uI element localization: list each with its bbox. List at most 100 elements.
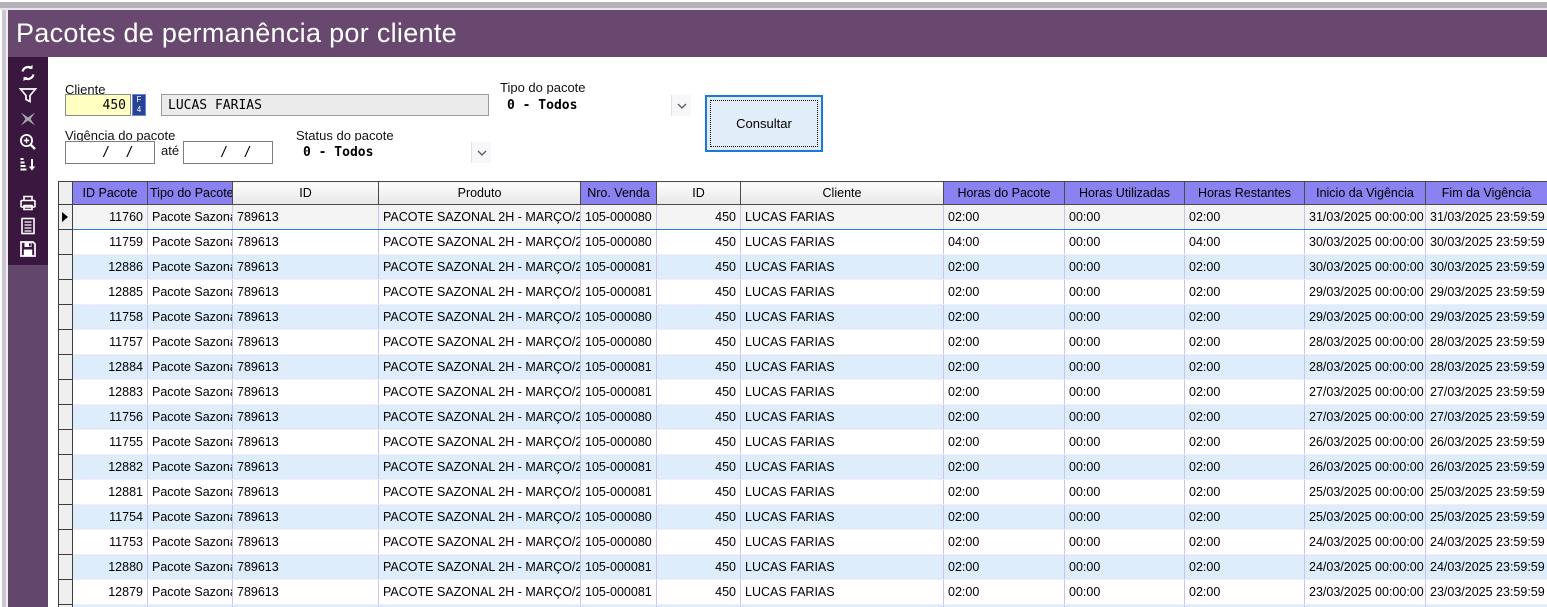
cell-tipo-do-pacote-1[interactable]: Pacote Sazonal	[148, 205, 233, 230]
cell-id-5[interactable]: 450	[657, 330, 741, 355]
cell-horas-restantes-9[interactable]: 02:00	[1185, 555, 1305, 580]
cell-fim-da-vigencia-11[interactable]: 30/03/2025 23:59:59	[1426, 230, 1547, 255]
column-header-horas-utilizadas-8[interactable]: Horas Utilizadas	[1065, 182, 1185, 205]
cell-horas-restantes-9[interactable]: 04:00	[1185, 230, 1305, 255]
cell-horas-utilizadas-8[interactable]: 00:00	[1065, 330, 1185, 355]
cell-produto-3[interactable]: PACOTE SAZONAL 2H - MARÇO/2025	[379, 380, 581, 405]
cell-tipo-do-pacote-1[interactable]: Pacote Sazonal	[148, 305, 233, 330]
cell-id-5[interactable]: 450	[657, 405, 741, 430]
cell-inicio-da-vigencia-10[interactable]: 29/03/2025 00:00:00	[1305, 280, 1426, 305]
cell-horas-do-pacote-7[interactable]: 02:00	[944, 280, 1065, 305]
cell-produto-3[interactable]: PACOTE SAZONAL 2H - MARÇO/2025	[379, 580, 581, 605]
cell-inicio-da-vigencia-10[interactable]: 25/03/2025 00:00:00	[1305, 480, 1426, 505]
cell-horas-do-pacote-7[interactable]: 02:00	[944, 205, 1065, 230]
cell-produto-3[interactable]: PACOTE SAZONAL 2H - MARÇO/2025	[379, 305, 581, 330]
cell-cliente-6[interactable]: LUCAS FARIAS	[741, 455, 944, 480]
cell-cliente-6[interactable]: LUCAS FARIAS	[741, 480, 944, 505]
vigencia-to-input[interactable]: / /	[183, 141, 273, 164]
cell-fim-da-vigencia-11[interactable]: 30/03/2025 23:59:59	[1426, 255, 1547, 280]
cell-produto-3[interactable]: PACOTE SAZONAL 2H - MARÇO/2025	[379, 505, 581, 530]
cell-inicio-da-vigencia-10[interactable]: 28/03/2025 00:00:00	[1305, 330, 1426, 355]
cell-id-5[interactable]: 450	[657, 255, 741, 280]
cell-produto-3[interactable]: PACOTE SAZONAL 2H - MARÇO/2025	[379, 455, 581, 480]
cell-nro-venda-4[interactable]: 105-000080	[581, 205, 657, 230]
cell-fim-da-vigencia-11[interactable]: 28/03/2025 23:59:59	[1426, 355, 1547, 380]
cell-horas-do-pacote-7[interactable]: 02:00	[944, 255, 1065, 280]
cell-nro-venda-4[interactable]: 105-000081	[581, 255, 657, 280]
cell-horas-do-pacote-7[interactable]: 02:00	[944, 305, 1065, 330]
sort-button[interactable]	[15, 154, 41, 176]
column-header-fim-da-vigencia-11[interactable]: Fim da Vigência	[1426, 182, 1547, 205]
cell-id-pacote-0[interactable]: 11757	[73, 330, 148, 355]
cell-nro-venda-4[interactable]: 105-000080	[581, 430, 657, 455]
cell-horas-utilizadas-8[interactable]: 00:00	[1065, 355, 1185, 380]
table-row[interactable]: 11754Pacote Sazonal789613PACOTE SAZONAL …	[59, 505, 1547, 530]
cell-id-5[interactable]: 450	[657, 530, 741, 555]
cell-produto-3[interactable]: PACOTE SAZONAL 2H - MARÇO/2025	[379, 555, 581, 580]
cell-fim-da-vigencia-11[interactable]: 29/03/2025 23:59:59	[1426, 305, 1547, 330]
cell-horas-utilizadas-8[interactable]: 00:00	[1065, 455, 1185, 480]
cell-fim-da-vigencia-11[interactable]: 31/03/2025 23:59:59	[1426, 205, 1547, 230]
cell-nro-venda-4[interactable]: 105-000081	[581, 280, 657, 305]
cell-tipo-do-pacote-1[interactable]: Pacote Sazonal	[148, 230, 233, 255]
cell-nro-venda-4[interactable]: 105-000080	[581, 330, 657, 355]
cell-horas-utilizadas-8[interactable]: 00:00	[1065, 205, 1185, 230]
cell-horas-utilizadas-8[interactable]: 00:00	[1065, 305, 1185, 330]
cell-nro-venda-4[interactable]: 105-000080	[581, 405, 657, 430]
cell-produto-3[interactable]: PACOTE SAZONAL 2H - MARÇO/2025	[379, 405, 581, 430]
cell-horas-restantes-9[interactable]: 02:00	[1185, 380, 1305, 405]
cell-nro-venda-4[interactable]: 105-000080	[581, 230, 657, 255]
column-header-cliente-6[interactable]: Cliente	[741, 182, 944, 205]
column-header-horas-do-pacote-7[interactable]: Horas do Pacote	[944, 182, 1065, 205]
cell-inicio-da-vigencia-10[interactable]: 27/03/2025 00:00:00	[1305, 405, 1426, 430]
cell-horas-restantes-9[interactable]: 02:00	[1185, 480, 1305, 505]
cell-nro-venda-4[interactable]: 105-000081	[581, 355, 657, 380]
cell-id-2[interactable]: 789613	[233, 555, 379, 580]
cell-id-2[interactable]: 789613	[233, 230, 379, 255]
table-row[interactable]: 11753Pacote Sazonal789613PACOTE SAZONAL …	[59, 530, 1547, 555]
cell-id-5[interactable]: 450	[657, 380, 741, 405]
cell-horas-do-pacote-7[interactable]: 02:00	[944, 480, 1065, 505]
consultar-button[interactable]: Consultar	[705, 95, 823, 152]
column-header-nro-venda-4[interactable]: Nro. Venda	[581, 182, 657, 205]
cell-nro-venda-4[interactable]: 105-000081	[581, 455, 657, 480]
print-button[interactable]	[15, 192, 41, 214]
cell-fim-da-vigencia-11[interactable]: 28/03/2025 23:59:59	[1426, 330, 1547, 355]
cell-inicio-da-vigencia-10[interactable]: 26/03/2025 00:00:00	[1305, 430, 1426, 455]
cell-tipo-do-pacote-1[interactable]: Pacote Sazonal	[148, 280, 233, 305]
cell-horas-restantes-9[interactable]: 02:00	[1185, 455, 1305, 480]
cell-horas-utilizadas-8[interactable]: 00:00	[1065, 480, 1185, 505]
cell-produto-3[interactable]: PACOTE SAZONAL 2H - MARÇO/2025	[379, 255, 581, 280]
cell-id-pacote-0[interactable]: 11760	[73, 205, 148, 230]
cell-id-pacote-0[interactable]: 12881	[73, 480, 148, 505]
cliente-lookup-button[interactable]: F 4	[132, 94, 146, 116]
cell-horas-restantes-9[interactable]: 02:00	[1185, 530, 1305, 555]
cell-horas-do-pacote-7[interactable]: 02:00	[944, 580, 1065, 605]
cell-produto-3[interactable]: PACOTE SAZONAL 2H - MARÇO/2025	[379, 205, 581, 230]
cell-fim-da-vigencia-11[interactable]: 29/03/2025 23:59:59	[1426, 280, 1547, 305]
cell-horas-do-pacote-7[interactable]: 02:00	[944, 505, 1065, 530]
cell-nro-venda-4[interactable]: 105-000081	[581, 555, 657, 580]
cell-cliente-6[interactable]: LUCAS FARIAS	[741, 530, 944, 555]
cell-nro-venda-4[interactable]: 105-000080	[581, 305, 657, 330]
cell-horas-do-pacote-7[interactable]: 02:00	[944, 355, 1065, 380]
table-row[interactable]: 12882Pacote Sazonal789613PACOTE SAZONAL …	[59, 455, 1547, 480]
column-header-horas-restantes-9[interactable]: Horas Restantes	[1185, 182, 1305, 205]
cell-fim-da-vigencia-11[interactable]: 25/03/2025 23:59:59	[1426, 480, 1547, 505]
cell-horas-utilizadas-8[interactable]: 00:00	[1065, 255, 1185, 280]
vigencia-from-input[interactable]: / /	[65, 141, 155, 164]
cell-id-2[interactable]: 789613	[233, 355, 379, 380]
table-row[interactable]: 11759Pacote Sazonal789613PACOTE SAZONAL …	[59, 230, 1547, 255]
clear-filter-button[interactable]	[15, 108, 41, 130]
cell-fim-da-vigencia-11[interactable]: 24/03/2025 23:59:59	[1426, 530, 1547, 555]
cell-cliente-6[interactable]: LUCAS FARIAS	[741, 505, 944, 530]
cell-cliente-6[interactable]: LUCAS FARIAS	[741, 305, 944, 330]
cell-horas-restantes-9[interactable]: 02:00	[1185, 205, 1305, 230]
cell-horas-utilizadas-8[interactable]: 00:00	[1065, 380, 1185, 405]
cell-horas-utilizadas-8[interactable]: 00:00	[1065, 580, 1185, 605]
table-row[interactable]: 12885Pacote Sazonal789613PACOTE SAZONAL …	[59, 280, 1547, 305]
table-row[interactable]: 12886Pacote Sazonal789613PACOTE SAZONAL …	[59, 255, 1547, 280]
cell-tipo-do-pacote-1[interactable]: Pacote Sazonal	[148, 580, 233, 605]
cell-inicio-da-vigencia-10[interactable]: 27/03/2025 00:00:00	[1305, 380, 1426, 405]
cell-id-5[interactable]: 450	[657, 205, 741, 230]
